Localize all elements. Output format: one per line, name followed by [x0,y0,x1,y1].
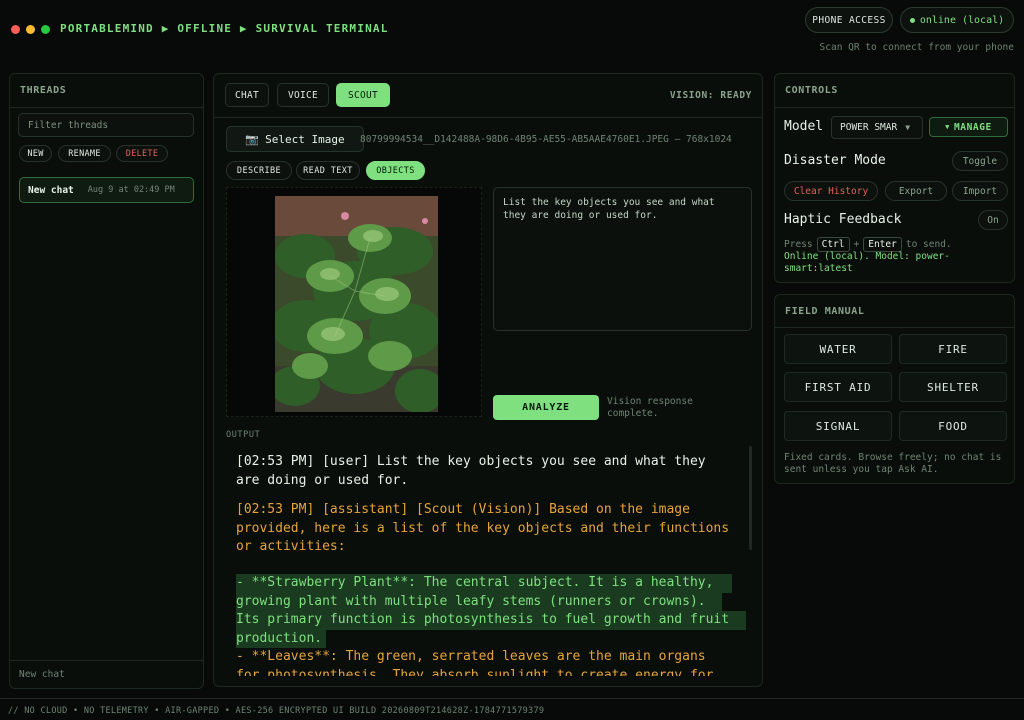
assistant-bullet-line: production. [236,630,323,646]
assistant-bullet-line: for photosynthesis. They absorb sunlight… [236,667,714,677]
user-message-line: are doing or used for. [236,472,409,488]
haptic-feedback-label: Haptic Feedback [784,212,902,227]
card-first-aid[interactable]: FIRST AID [784,372,892,402]
card-water[interactable]: WATER [784,334,892,364]
model-status: Online (local). Model: power-smart:lates… [784,251,950,274]
online-status-label: online (local) [919,14,1005,26]
disaster-mode-label: Disaster Mode [784,153,886,168]
tab-chat[interactable]: CHAT [225,83,269,107]
assistant-bullet-line: Its primary function is photosynthesis t… [236,612,730,627]
assistant-bullet-line: - **Strawberry Plant**: The central subj… [236,575,714,590]
assistant-bullet-line: - **Leaves**: The green, serrated leaves… [236,649,706,664]
footer-bar: // NO CLOUD • NO TELEMETRY • AIR-GAPPED … [0,698,1024,720]
mode-objects[interactable]: OBJECTS [366,161,425,180]
new-thread-button[interactable]: NEW [19,145,52,162]
top-bar: PORTABLEMIND ▶ OFFLINE ▶ SURVIVAL TERMIN… [0,0,1024,64]
strawberry-plant-photo [275,196,438,412]
prompt-textarea[interactable]: List the key objects you see and what th… [493,187,752,331]
analyze-button[interactable]: ANALYZE [493,395,599,420]
manage-label: MANAGE [953,121,992,133]
footer-text: // NO CLOUD • NO TELEMETRY • AIR-GAPPED … [8,706,545,716]
output-scrollbar[interactable] [749,446,752,550]
clear-history-button[interactable]: Clear History [784,181,878,201]
manage-models-button[interactable]: ▼ MANAGE [929,117,1008,137]
online-status-pill[interactable]: online (local) [900,7,1014,33]
window-controls [11,25,50,34]
output-label: OUTPUT [226,430,261,440]
model-label: Model [784,119,824,134]
threads-panel: THREADS Filter threads NEW RENAME DELETE… [9,73,204,689]
mode-describe[interactable]: DESCRIBE [226,161,292,180]
mode-read-text[interactable]: READ TEXT [296,161,360,180]
threads-heading: THREADS [20,85,67,96]
qr-hint: Scan QR to connect from your phone [819,42,1014,53]
thread-date: Aug 9 at 02:49 PM [87,185,175,195]
disaster-mode-toggle[interactable]: Toggle [952,151,1008,171]
assistant-message-line: provided, here is a list of the key obje… [236,520,730,536]
filter-threads-input[interactable]: Filter threads [18,113,194,137]
divider [775,327,1014,328]
thread-item[interactable]: New chat Aug 9 at 02:49 PM [19,177,194,203]
press-prefix: Press [784,239,813,250]
vision-status: VISION: READY [669,90,752,101]
camera-icon: 📷 [245,132,260,146]
minimize-window-icon[interactable] [26,25,35,34]
plus-sign: + [853,239,860,250]
file-info: 80799994534__D142488A-98D6-4B95-AE55-AB5… [360,134,732,145]
thread-title: New chat [28,184,74,196]
analyze-status: Vision response complete. [607,396,693,419]
divider [775,107,1014,108]
model-select[interactable]: POWER SMAR ▼ [831,116,923,139]
import-button[interactable]: Import [952,181,1008,201]
tab-voice[interactable]: VOICE [277,83,329,107]
field-manual-note: Fixed cards. Browse freely; no chat is s… [784,452,1002,475]
controls-panel: CONTROLS Model POWER SMAR ▼ ▼ MANAGE Dis… [774,73,1015,283]
field-manual-panel: FIELD MANUAL WATER FIRE FIRST AID SHELTE… [774,294,1015,484]
phone-access-button[interactable]: PHONE ACCESS [805,7,893,33]
export-button[interactable]: Export [885,181,947,201]
app-title: PORTABLEMIND ▶ OFFLINE ▶ SURVIVAL TERMIN… [60,22,389,35]
online-dot-icon [909,17,915,23]
ctrl-key: Ctrl [816,237,850,252]
assistant-message-line: or activities: [236,539,346,554]
select-image-label: Select Image [265,132,345,146]
divider [10,660,203,661]
field-manual-heading: FIELD MANUAL [785,306,865,317]
press-suffix: to send. [905,239,952,250]
assistant-message-line: [02:53 PM] [assistant] [Scout (Vision)] … [236,502,690,517]
maximize-window-icon[interactable] [41,25,50,34]
card-fire[interactable]: FIRE [899,334,1007,364]
main-panel: CHAT VOICE SCOUT VISION: READY 📷 Select … [213,73,763,687]
current-thread-label: New chat [19,669,65,680]
card-signal[interactable]: SIGNAL [784,411,892,441]
delete-thread-button[interactable]: DELETE [116,145,168,162]
tab-scout[interactable]: SCOUT [336,83,390,107]
select-image-button[interactable]: 📷 Select Image [226,126,364,152]
card-food[interactable]: FOOD [899,411,1007,441]
card-shelter[interactable]: SHELTER [899,372,1007,402]
chevron-down-icon: ▼ [905,123,911,132]
model-select-value: POWER SMAR [840,122,898,133]
user-message-line: [02:53 PM] [user] List the key objects y… [236,454,706,469]
controls-heading: CONTROLS [785,85,838,96]
divider [10,107,203,108]
close-window-icon[interactable] [11,25,20,34]
send-shortcut-hint: Press Ctrl + Enter to send. [784,237,952,252]
rename-thread-button[interactable]: RENAME [58,145,111,162]
chevron-down-icon: ▼ [945,123,950,131]
divider [214,117,762,118]
image-preview [226,187,482,417]
enter-key: Enter [863,237,902,252]
output-log[interactable]: [02:53 PM] [user] List the key objects y… [226,444,753,676]
assistant-bullet-line: growing plant with multiple leafy stems … [236,593,706,609]
haptic-feedback-toggle[interactable]: On [978,210,1008,230]
